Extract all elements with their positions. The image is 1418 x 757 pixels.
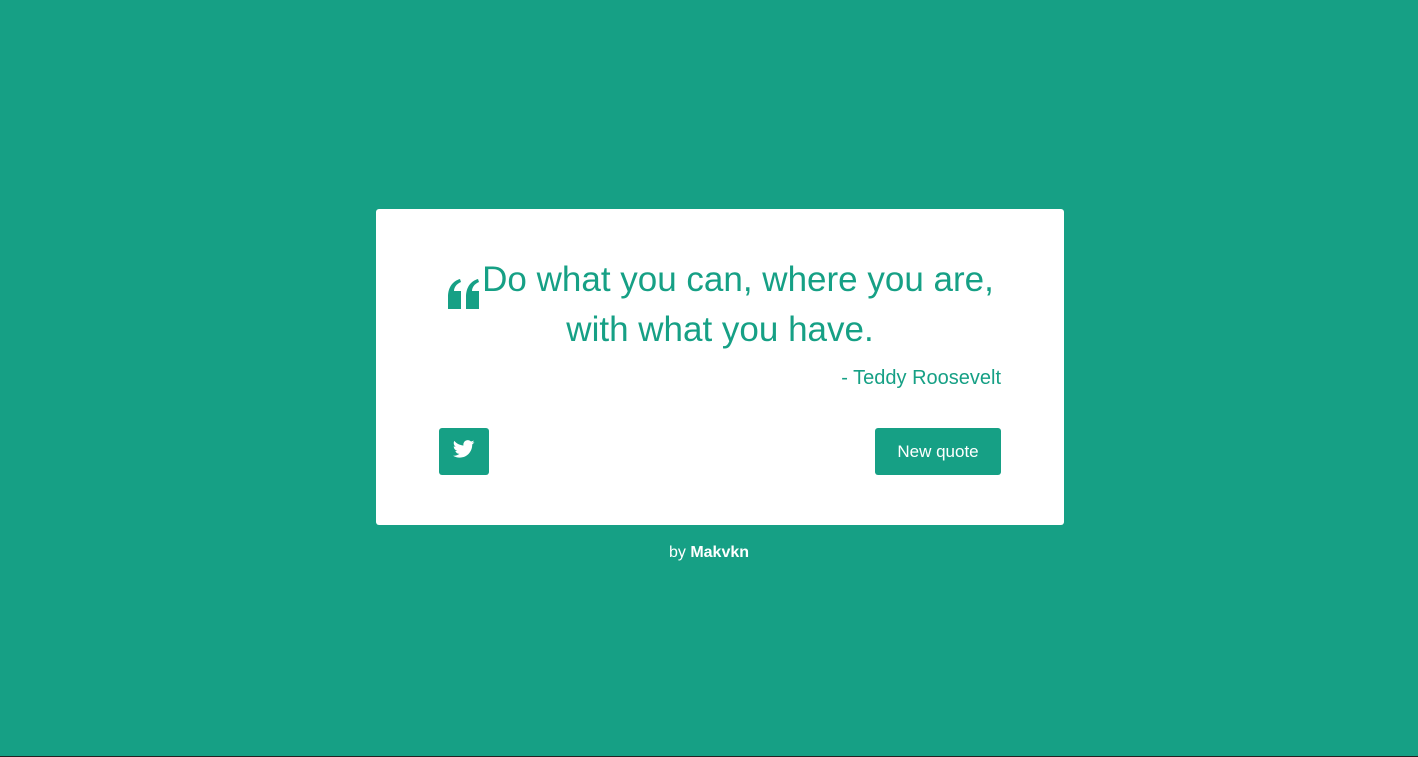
footer-prefix: by xyxy=(668,544,686,561)
quote-card: Do what you can, where you are, with wha… xyxy=(376,209,1064,525)
quote-author: - Teddy Roosevelt xyxy=(841,367,1001,389)
footer-credit: by Makvkn xyxy=(0,543,1418,563)
footer-author-link[interactable]: Makvkn xyxy=(690,544,749,561)
quote-text: Do what you can, where you are, with wha… xyxy=(482,260,994,349)
new-quote-button[interactable]: New quote xyxy=(875,428,1001,475)
quote-left-icon xyxy=(446,277,482,309)
twitter-icon xyxy=(452,440,475,463)
tweet-quote-button[interactable] xyxy=(439,428,489,475)
quote-text-container: Do what you can, where you are, with wha… xyxy=(439,259,1001,351)
